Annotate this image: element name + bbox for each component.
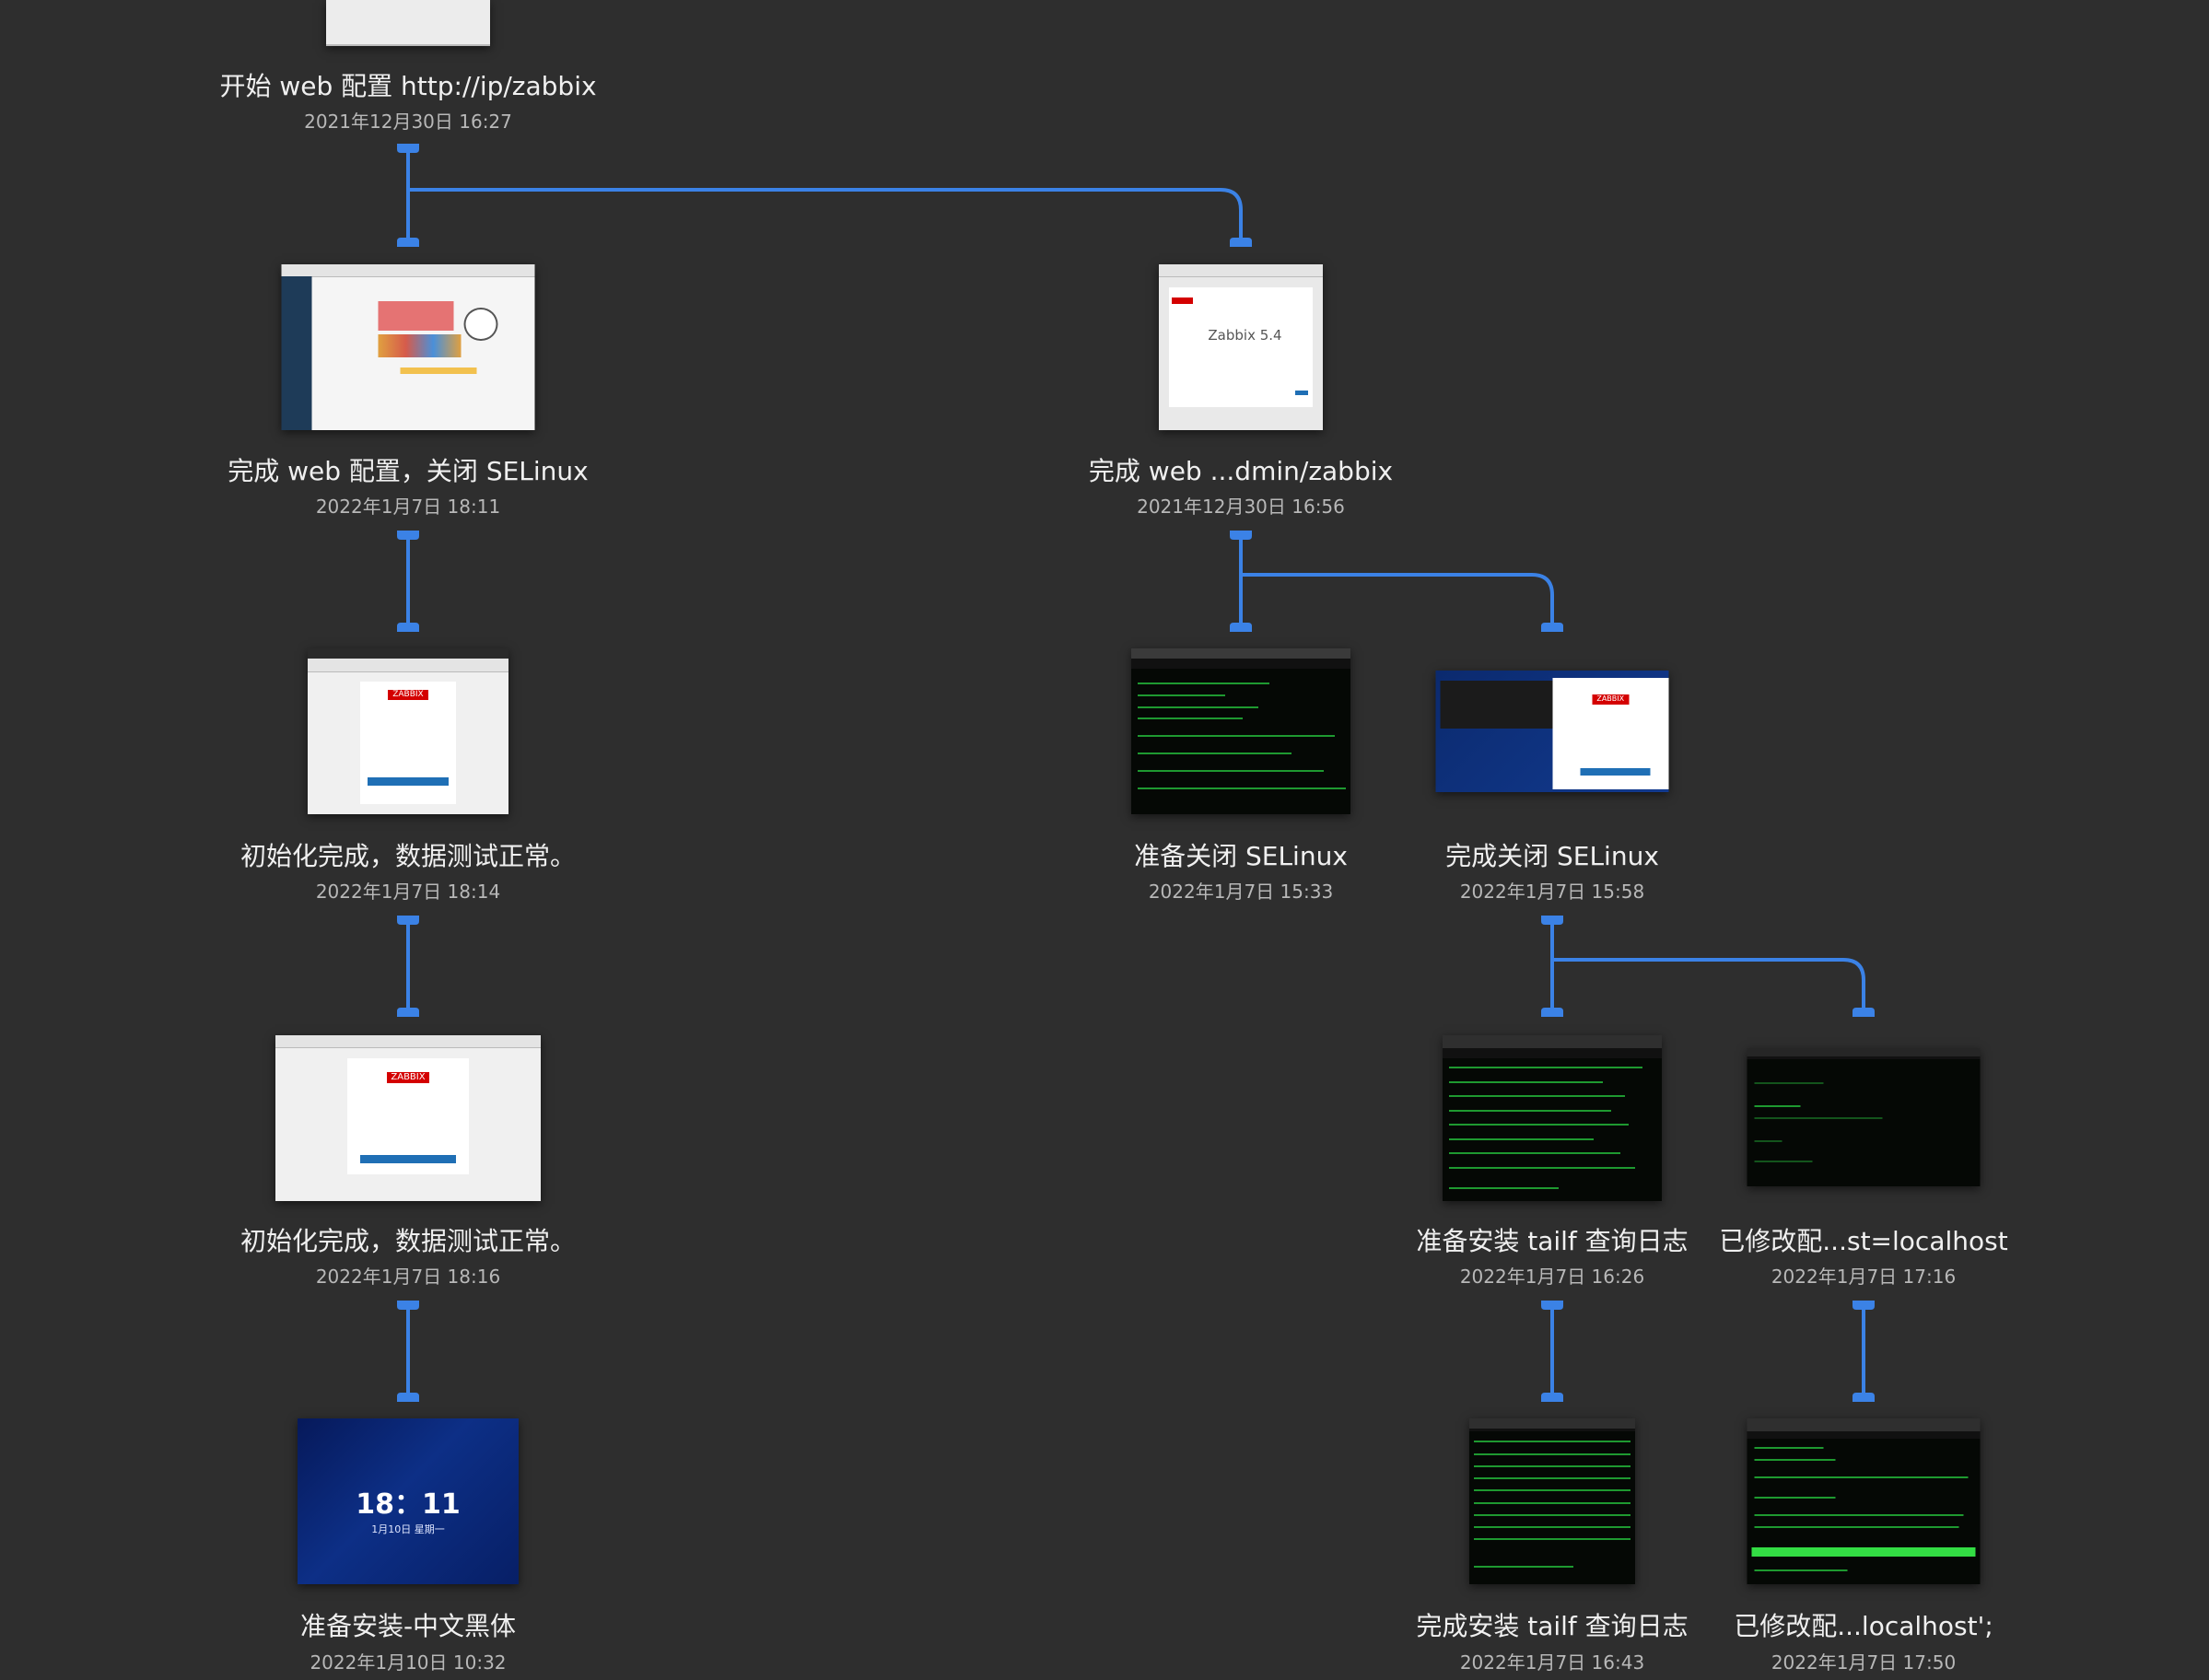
signin-button bbox=[1580, 767, 1651, 776]
snapshot-thumbnail[interactable] bbox=[281, 264, 535, 430]
connector-cap bbox=[397, 531, 419, 540]
sidebar-panel bbox=[281, 275, 312, 430]
connector-cap bbox=[1853, 1393, 1875, 1402]
snapshot-date: 2021年12月30日 16:27 bbox=[304, 111, 512, 133]
desktop-topbar bbox=[1131, 648, 1350, 659]
lockscreen-date: 1月10日 星期一 bbox=[371, 1522, 445, 1535]
lockscreen-clock: 18：11 bbox=[356, 1488, 461, 1522]
connector-cap bbox=[1230, 238, 1252, 247]
connector-cap bbox=[1230, 623, 1252, 632]
terminal-screen bbox=[1131, 668, 1350, 814]
clock-icon bbox=[463, 307, 498, 342]
snapshot-thumbnail[interactable] bbox=[1131, 648, 1350, 814]
snapshot-thumbnail[interactable] bbox=[1469, 1418, 1635, 1584]
snapshot-thumbnail[interactable] bbox=[1747, 1418, 1981, 1584]
desktop-topbar bbox=[308, 648, 508, 659]
snapshot-title: 完成关闭 SELinux bbox=[1445, 841, 1659, 871]
signin-button bbox=[368, 777, 449, 787]
connector-cap bbox=[1541, 1393, 1563, 1402]
snapshot-tree: 开始 web 配置 http://ip/zabbix 2021年12月30日 1… bbox=[0, 0, 2209, 1680]
signin-button bbox=[360, 1154, 456, 1163]
connector-line bbox=[1550, 925, 1865, 1008]
snapshot-date: 2022年1月10日 10:32 bbox=[310, 1651, 507, 1674]
setup-panel bbox=[1168, 287, 1314, 407]
connector-cap bbox=[397, 1393, 419, 1402]
snapshot-title: 完成 web ...dmin/zabbix bbox=[1088, 456, 1394, 486]
snapshot-date: 2022年1月7日 17:16 bbox=[1771, 1266, 1957, 1288]
connector-line bbox=[1239, 540, 1554, 623]
connector-cap bbox=[397, 1301, 419, 1310]
connector-cap bbox=[1853, 1301, 1875, 1310]
browser-toolbar bbox=[281, 264, 535, 277]
terminal-screen bbox=[1747, 1059, 1981, 1186]
problem-tiles bbox=[378, 300, 454, 331]
snapshot-thumbnail[interactable] bbox=[1747, 1048, 1981, 1186]
connector-cap bbox=[1541, 1008, 1563, 1017]
connector-cap bbox=[397, 144, 419, 153]
terminal-titlebar bbox=[1443, 1035, 1662, 1049]
snapshot-title: 完成 web 配置，关闭 SELinux bbox=[228, 456, 589, 486]
connector-cap bbox=[1853, 1008, 1875, 1017]
snapshot-title: 已修改配...localhost'; bbox=[1734, 1611, 1993, 1641]
browser-toolbar bbox=[275, 1035, 541, 1048]
connector-cap bbox=[1541, 916, 1563, 925]
terminal-titlebar bbox=[1469, 1418, 1635, 1429]
snapshot-thumbnail[interactable]: ZABBIX bbox=[1435, 671, 1669, 792]
connector-cap bbox=[397, 623, 419, 632]
snapshot-date: 2022年1月7日 18:16 bbox=[315, 1266, 501, 1288]
snapshot-thumbnail[interactable] bbox=[326, 0, 490, 46]
connector-line bbox=[406, 153, 1243, 238]
snapshot-title: 初始化完成，数据测试正常。 bbox=[240, 1226, 576, 1256]
zabbix-logo: ZABBIX bbox=[1592, 694, 1630, 705]
connector-cap bbox=[397, 238, 419, 247]
snapshot-date: 2022年1月7日 18:14 bbox=[315, 881, 501, 903]
browser-toolbar bbox=[308, 658, 508, 673]
connector-cap bbox=[1541, 623, 1563, 632]
status-strip bbox=[400, 367, 477, 374]
snapshot-date: 2021年12月30日 16:56 bbox=[1137, 496, 1345, 518]
zabbix-logo: ZABBIX bbox=[388, 690, 428, 700]
connector-cap bbox=[1230, 531, 1252, 540]
zabbix-logo bbox=[1172, 298, 1194, 305]
snapshot-date: 2022年1月7日 18:11 bbox=[315, 496, 501, 518]
terminal-screen bbox=[1469, 1431, 1635, 1584]
zabbix-logo: ZABBIX bbox=[386, 1071, 430, 1084]
highlight-bar bbox=[1751, 1547, 1976, 1557]
snapshot-title: 已修改配...st=localhost bbox=[1719, 1226, 2008, 1256]
snapshot-date: 2022年1月7日 15:58 bbox=[1459, 881, 1645, 903]
connector-cap bbox=[1541, 1301, 1563, 1310]
snapshot-title: 开始 web 配置 http://ip/zabbix bbox=[219, 71, 597, 101]
next-button bbox=[1294, 390, 1308, 396]
connector-cap bbox=[397, 1008, 419, 1017]
terminal-screen bbox=[1443, 1058, 1662, 1201]
snapshot-title: 准备安装-中文黑体 bbox=[299, 1611, 517, 1641]
snapshot-thumbnail[interactable]: 18：11 1月10日 星期一 bbox=[298, 1418, 519, 1584]
snapshot-thumbnail[interactable]: ZABBIX bbox=[308, 648, 508, 814]
terminal-titlebar bbox=[1747, 1418, 1981, 1432]
terminal-window bbox=[1440, 680, 1558, 729]
browser-toolbar bbox=[1159, 264, 1323, 277]
snapshot-thumbnail[interactable] bbox=[1443, 1035, 1662, 1201]
snapshot-thumbnail[interactable]: ZABBIX bbox=[275, 1035, 541, 1201]
snapshot-title: 初始化完成，数据测试正常。 bbox=[240, 841, 576, 871]
snapshot-date: 2022年1月7日 17:50 bbox=[1771, 1651, 1957, 1674]
snapshot-thumbnail[interactable]: Zabbix 5.4 bbox=[1159, 264, 1323, 430]
terminal-screen bbox=[1747, 1438, 1981, 1584]
version-caption: Zabbix 5.4 bbox=[1208, 327, 1282, 344]
terminal-titlebar bbox=[1747, 1048, 1981, 1056]
severity-tiles bbox=[378, 333, 462, 357]
connector-cap bbox=[397, 916, 419, 925]
